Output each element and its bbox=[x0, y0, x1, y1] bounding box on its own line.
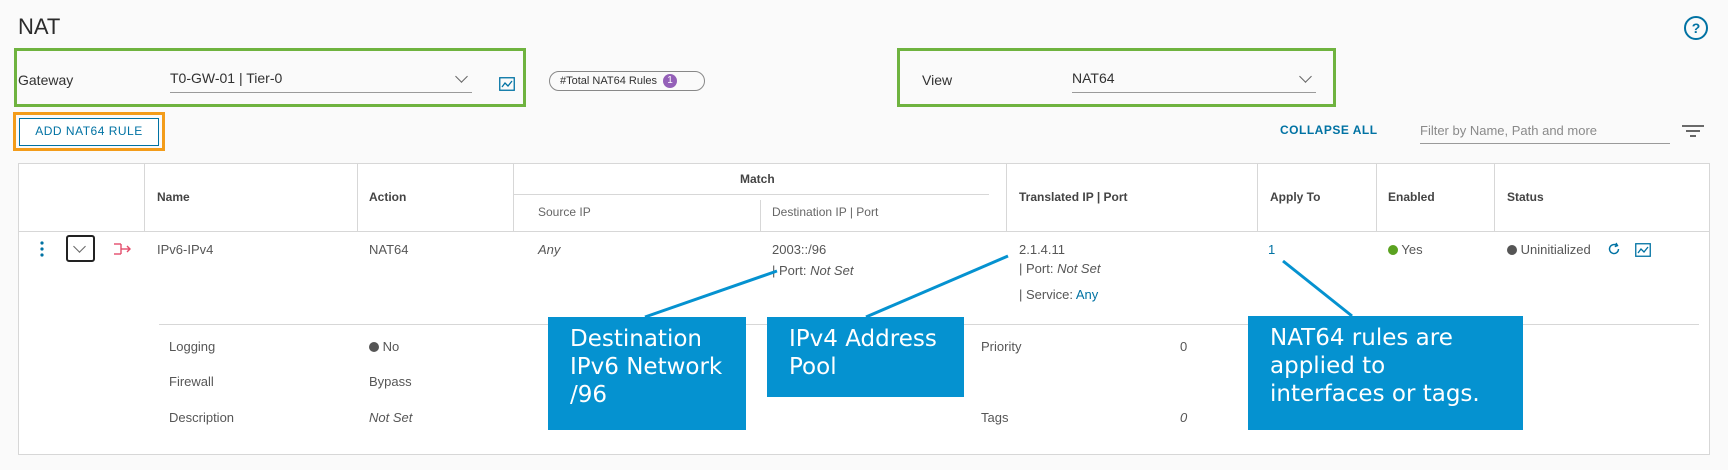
callout-ipv4-pool: IPv4 Address Pool bbox=[767, 317, 964, 397]
callout-line: applied to bbox=[1270, 353, 1386, 379]
rules-connector-line bbox=[1282, 259, 1353, 318]
callout-line: Destination bbox=[570, 326, 702, 352]
callout-line: interfaces or tags. bbox=[1270, 381, 1480, 407]
callout-line: IPv6 Network bbox=[570, 354, 723, 380]
callout-line: /96 bbox=[570, 382, 608, 408]
callout-line: NAT64 rules are bbox=[1270, 325, 1453, 351]
callout-apply-to: NAT64 rules are applied to interfaces or… bbox=[1248, 316, 1523, 430]
callout-destination-network: Destination IPv6 Network /96 bbox=[548, 317, 746, 430]
ipv4-connector-line bbox=[865, 254, 1009, 319]
callout-line: IPv4 Address bbox=[789, 326, 937, 352]
dest-connector-line bbox=[644, 269, 778, 319]
callout-line: Pool bbox=[789, 354, 837, 380]
